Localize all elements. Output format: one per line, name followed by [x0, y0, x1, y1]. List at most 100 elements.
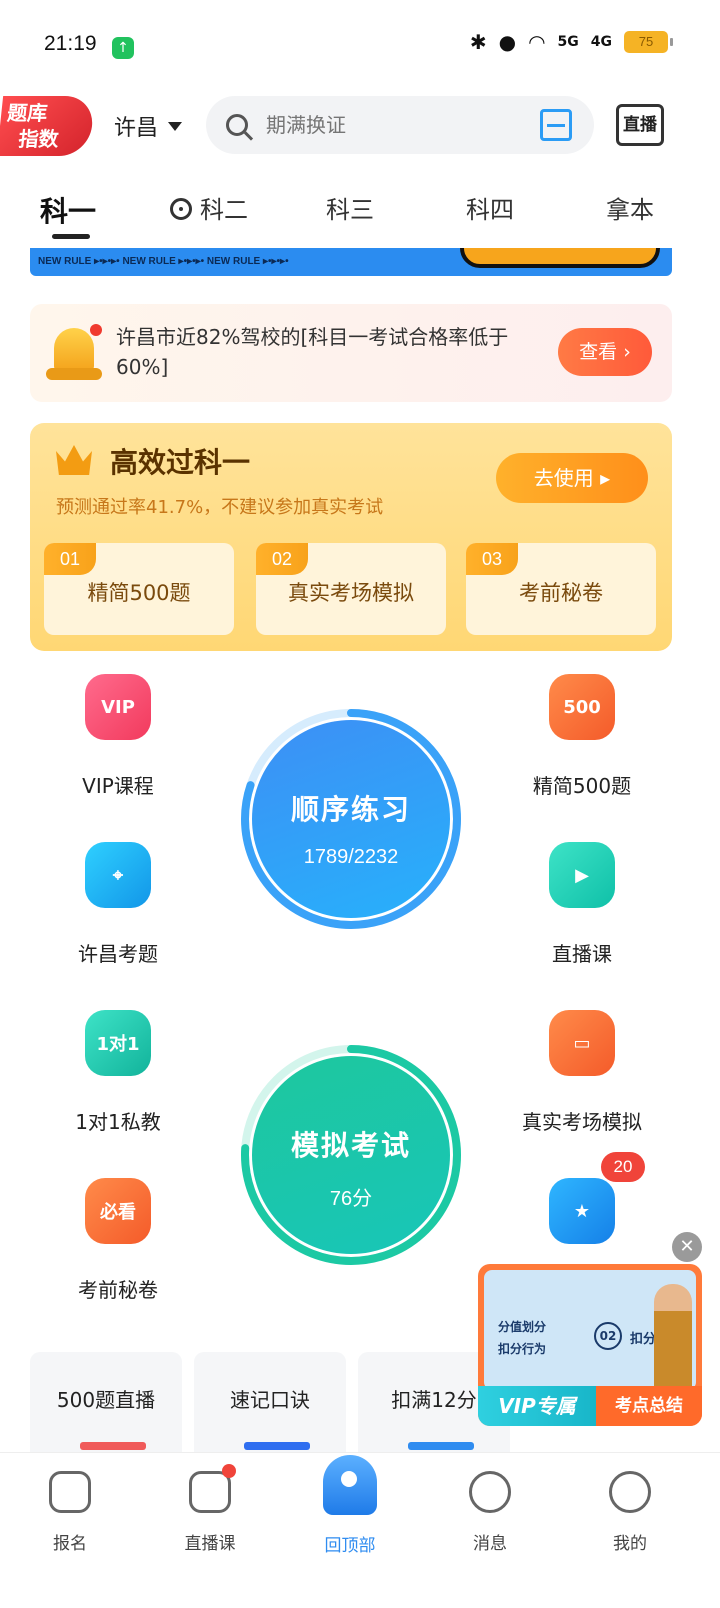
search-input[interactable] [266, 113, 516, 137]
new-rule-banner[interactable]: NEW RULE ▸•▸•▸• NEW RULE ▸•▸•▸• NEW RULE… [30, 248, 672, 276]
live-tv-button[interactable]: 直播 [616, 104, 664, 146]
top-header: 题库 指数 许昌 直播 [0, 96, 720, 156]
scan-icon[interactable] [540, 109, 572, 141]
video-row-1: 分值划分 [498, 1320, 547, 1334]
search-bar[interactable] [206, 96, 594, 154]
exam-secret-paper-entry[interactable]: 必看 考前秘卷 [38, 1178, 198, 1303]
question-bank-index-logo[interactable]: 题库 指数 [0, 96, 96, 156]
video-section-number: 02 [594, 1322, 622, 1350]
jingjian-500-entry[interactable]: 500 精简500题 [502, 674, 662, 799]
promo-item-label: 真实考场模拟 [288, 581, 414, 605]
app-notification-icon: ↑ [112, 37, 134, 59]
local-questions-label: 许昌考题 [78, 942, 158, 966]
chat-icon [469, 1471, 511, 1513]
nav-label: 消息 [473, 1534, 507, 1554]
mock-exam-button[interactable]: 模拟考试 76分 [238, 1042, 464, 1268]
efficient-pass-card: 高效过科一 预测通过率41.7%，不建议参加真实考试 去使用 ▸ 01 精简50… [30, 423, 672, 651]
floating-video-player[interactable]: 分值划分 扣分行为 02 扣分分值 VIP专属 考点总结 [478, 1264, 702, 1426]
nav-label: 直播课 [184, 1534, 236, 1554]
logo-line-2: 指数 [17, 127, 60, 151]
exam-secret-paper-label: 考前秘卷 [78, 1278, 158, 1302]
live-course-entry[interactable]: ▶ 直播课 [502, 842, 662, 967]
view-button[interactable]: 查看 › [558, 328, 652, 376]
steering-wheel-icon [170, 198, 192, 220]
map-pin-icon: ⌖ [85, 842, 151, 908]
practice-circle: 顺序练习 1789/2232 [252, 720, 450, 918]
promo-item-secret-paper[interactable]: 03 考前秘卷 [466, 543, 656, 635]
tab-subject-2[interactable]: 科二 [170, 190, 248, 225]
card-thumbnail [408, 1442, 474, 1450]
active-tab-indicator [52, 234, 90, 239]
tutor-icon: 1对1 [85, 1010, 151, 1076]
nav-back-to-top[interactable]: 回顶部 [300, 1455, 400, 1556]
nav-label: 报名 [53, 1534, 87, 1554]
practice-progress: 1789/2232 [303, 846, 399, 868]
key-points-summary-label: 考点总结 [596, 1386, 702, 1426]
promo-item-number: 02 [256, 543, 308, 575]
go-use-button[interactable]: 去使用 ▸ [496, 453, 648, 503]
close-icon[interactable]: ✕ [672, 1232, 702, 1262]
status-time: 21:19 [44, 32, 97, 55]
mock-score: 76分 [329, 1188, 373, 1210]
500-questions-icon: 500 [549, 674, 615, 740]
vip-icon: VIP [85, 674, 151, 740]
wifi-icon: ◠ [528, 30, 546, 54]
sequential-practice-button[interactable]: 顺序练习 1789/2232 [238, 706, 464, 932]
tab-subject-3[interactable]: 科三 [326, 190, 374, 225]
presenter-image [654, 1284, 692, 1396]
promo-item-number: 01 [44, 543, 96, 575]
bluetooth-icon: ✱ [469, 30, 487, 54]
notice-text: 许昌市近82%驾校的[科目一考试合格率低于60%] [116, 325, 509, 379]
location-icon: ● [498, 30, 517, 54]
local-questions-entry[interactable]: ⌖ 许昌考题 [38, 842, 198, 967]
nav-label: 我的 [613, 1534, 647, 1554]
card-label: 500题直播 [56, 1388, 156, 1412]
logo-line-1: 题库 [6, 101, 49, 125]
mock-title: 模拟考试 [290, 1129, 411, 1162]
promo-item-label: 考前秘卷 [519, 581, 603, 605]
promo-item-real-exam[interactable]: 02 真实考场模拟 [256, 543, 446, 635]
tv-icon [189, 1464, 236, 1513]
jingjian-500-label: 精简500题 [532, 774, 632, 798]
view-button-label: 查看 [579, 341, 618, 363]
banner-text: NEW RULE ▸•▸•▸• NEW RULE ▸•▸•▸• NEW RULE… [38, 256, 289, 267]
nav-live-course[interactable]: 直播课 [160, 1464, 260, 1554]
mock-circle: 模拟考试 76分 [252, 1056, 450, 1254]
practice-title: 顺序练习 [290, 793, 411, 826]
real-exam-simulation-entry[interactable]: ▭ 真实考场模拟 [502, 1010, 662, 1135]
card-500-live[interactable]: 500题直播 [30, 1352, 182, 1462]
card-thumbnail [80, 1442, 146, 1450]
must-see-icon: 必看 [85, 1178, 151, 1244]
promo-title: 高效过科一 [110, 446, 251, 479]
monitor-icon: ▭ [549, 1010, 615, 1076]
tab-subject-1[interactable]: 科一 [40, 190, 96, 230]
card-thumbnail [244, 1442, 310, 1450]
vip-exclusive-label: VIP专属 [478, 1386, 596, 1426]
nav-messages[interactable]: 消息 [440, 1471, 540, 1554]
rocket-icon [323, 1455, 377, 1515]
city-selector[interactable]: 许昌 [114, 110, 183, 142]
vip-course-label: VIP课程 [82, 774, 154, 798]
video-row-2: 扣分行为 [498, 1342, 547, 1356]
favorites-entry[interactable]: ★ 20 [502, 1152, 662, 1244]
status-bar: 21:19 ↑ ✱ ● ◠ 5G 4G 75 [0, 0, 720, 92]
nav-profile[interactable]: 我的 [580, 1471, 680, 1554]
favorites-count-badge: 20 [601, 1152, 645, 1182]
status-icons: ✱ ● ◠ 5G 4G 75 [469, 30, 673, 54]
vip-course-entry[interactable]: VIP VIP课程 [38, 674, 198, 799]
smile-icon [609, 1471, 651, 1513]
signal-4g-icon: 4G [590, 34, 612, 50]
private-tutor-entry[interactable]: 1对1 1对1私教 [38, 1010, 198, 1135]
tab-get-license[interactable]: 拿本 [606, 190, 654, 225]
tab-subject-4[interactable]: 科四 [466, 190, 514, 225]
card-label: 速记口诀 [230, 1388, 310, 1412]
card-mnemonics[interactable]: 速记口诀 [194, 1352, 346, 1462]
search-icon [226, 114, 248, 136]
real-exam-simulation-label: 真实考场模拟 [522, 1110, 642, 1134]
promo-item-500[interactable]: 01 精简500题 [44, 543, 234, 635]
nav-signup[interactable]: 报名 [20, 1471, 120, 1554]
signal-5g-icon: 5G [557, 34, 579, 50]
promo-subtitle: 预测通过率41.7%，不建议参加真实考试 [56, 497, 384, 518]
signup-icon [49, 1471, 91, 1513]
pass-rate-notice[interactable]: 许昌市近82%驾校的[科目一考试合格率低于60%] 查看 › [30, 304, 672, 402]
